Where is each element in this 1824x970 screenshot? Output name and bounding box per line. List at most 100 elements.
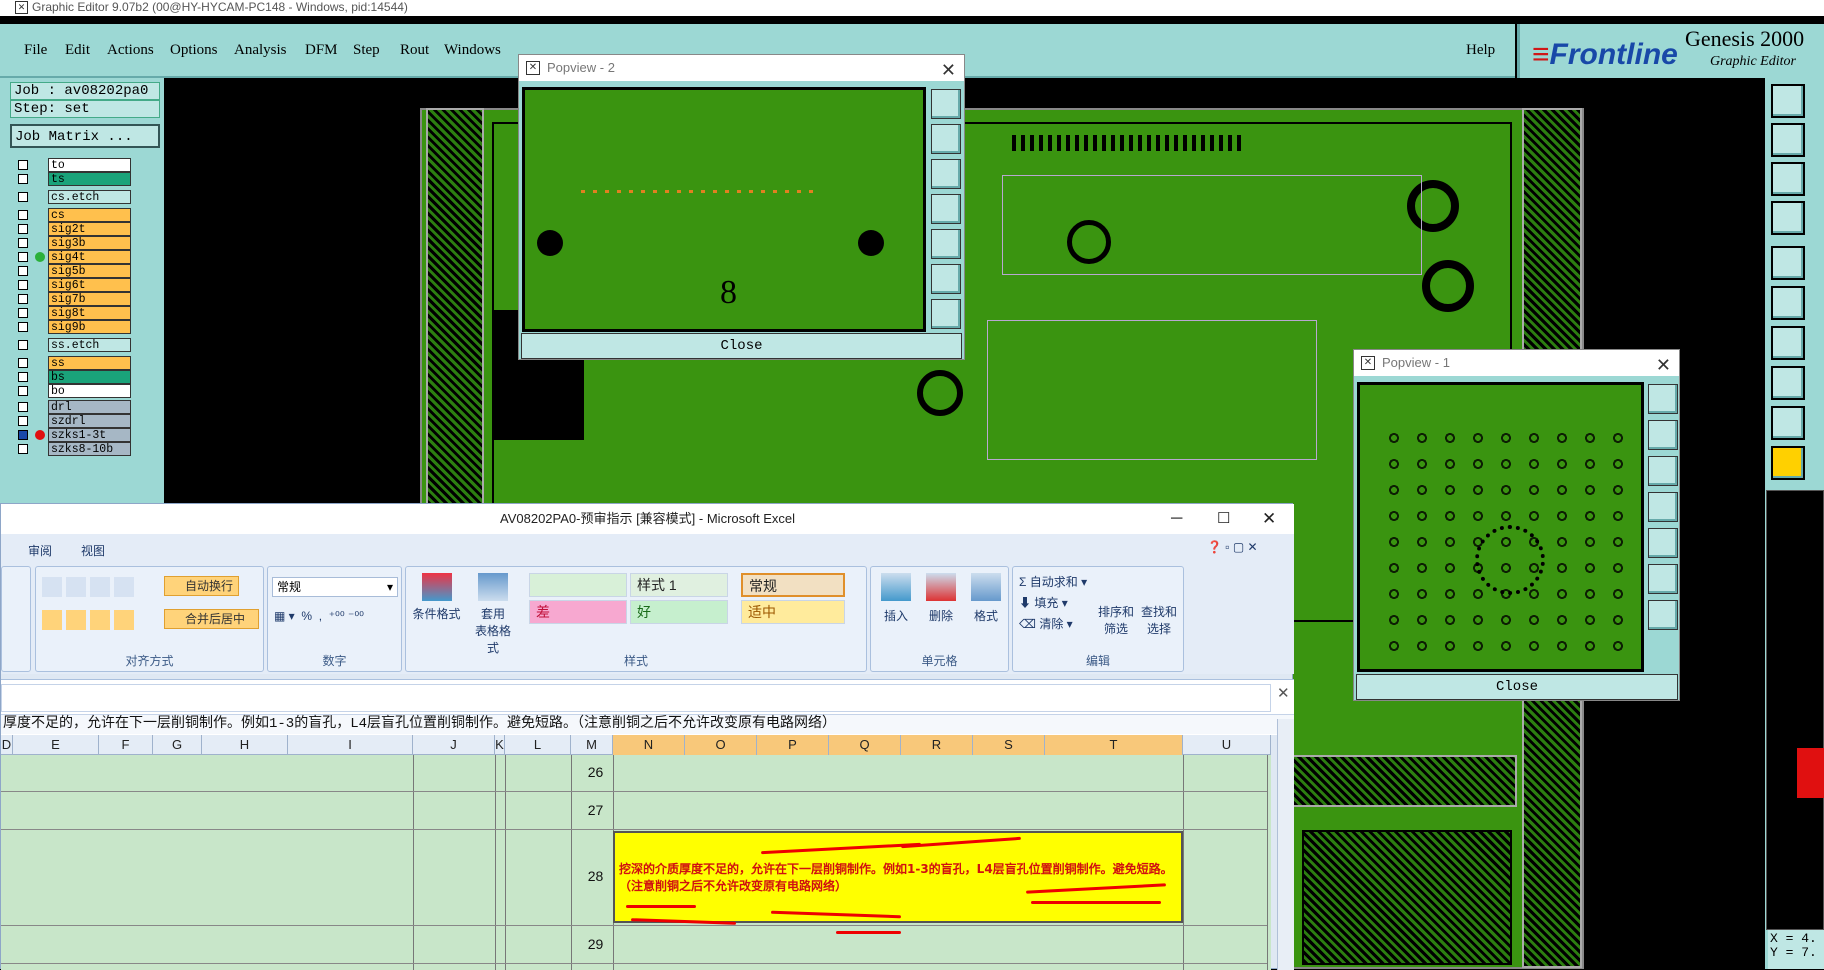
toolbar-button[interactable] [1771,366,1805,400]
column-header[interactable]: Q [829,735,901,755]
style-cell-blank[interactable] [529,573,627,597]
layer-checkbox[interactable] [18,238,28,248]
layer-name[interactable]: sig4t [48,250,131,264]
layer-name[interactable]: sig5b [48,264,131,278]
layer-row-cs[interactable]: cs [15,208,131,222]
popview-tool-button[interactable] [1648,456,1678,486]
row-header[interactable]: 26 [578,764,613,780]
layer-name[interactable]: cs.etch [48,190,131,204]
layer-name[interactable]: sig8t [48,306,131,320]
popview-2-view[interactable]: 8 [522,87,926,332]
layer-row-cs.etch[interactable]: cs.etch [15,190,131,204]
wrap-text-button[interactable]: 自动换行 [164,576,239,596]
layer-name[interactable]: bo [48,384,131,398]
number-format-buttons[interactable]: ▦ ▾ % , ⁺⁰⁰ ⁻⁰⁰ [274,609,364,623]
layer-checkbox[interactable] [18,160,28,170]
layer-row-ss.etch[interactable]: ss.etch [15,338,131,352]
layer-name[interactable]: sig2t [48,222,131,236]
menu-step[interactable]: Step [353,42,380,59]
column-header[interactable]: L [505,735,571,755]
toolbar-button[interactable] [1771,286,1805,320]
popview-tool-button[interactable] [1648,528,1678,558]
sort-filter-button[interactable]: 排序和 筛选 [1096,603,1136,637]
layer-checkbox[interactable] [18,372,28,382]
layer-row-sig3b[interactable]: sig3b [15,236,131,250]
vertical-scrollbar[interactable] [1277,719,1294,970]
style-cell-1[interactable]: 样式 1 [630,573,728,597]
menu-dfm[interactable]: DFM [305,42,338,59]
style-cell-bad[interactable]: 差 [529,600,627,624]
job-matrix-button[interactable]: Job Matrix ... [10,124,160,148]
popview-1-view[interactable] [1357,382,1644,672]
insert-icon[interactable] [881,573,911,601]
layer-row-ss[interactable]: ss [15,356,131,370]
menu-rout[interactable]: Rout [400,42,429,59]
layer-row-szks1-3t[interactable]: szks1-3t [15,428,131,442]
layer-row-ts[interactable]: ts [15,172,131,186]
popview-tool-button[interactable] [931,89,961,119]
layer-checkbox[interactable] [18,444,28,454]
layer-row-sig8t[interactable]: sig8t [15,306,131,320]
column-header[interactable]: M [571,735,613,755]
menu-analysis[interactable]: Analysis [234,42,287,59]
layer-checkbox[interactable] [18,386,28,396]
layer-row-to[interactable]: to [15,158,131,172]
layer-checkbox[interactable] [18,224,28,234]
popview-tool-button[interactable] [1648,600,1678,630]
name-box-row[interactable] [1,684,1271,712]
popview-2-close-button[interactable]: Close [521,333,962,359]
popview-tool-button[interactable] [1648,564,1678,594]
close-icon[interactable]: ✕ [1262,504,1276,534]
row-header[interactable]: 27 [578,802,613,818]
layer-name[interactable]: sig3b [48,236,131,250]
column-header[interactable]: G [153,735,202,755]
layer-name[interactable]: szks8-10b [48,442,131,456]
layer-row-sig7b[interactable]: sig7b [15,292,131,306]
menu-options[interactable]: Options [170,42,218,59]
layer-name[interactable]: to [48,158,131,172]
layer-name[interactable]: cs [48,208,131,222]
layer-checkbox[interactable] [18,294,28,304]
format-icon[interactable] [971,573,1001,601]
column-header[interactable]: D [1,735,13,755]
popview-tool-button[interactable] [931,229,961,259]
style-cell-neutral[interactable]: 适中 [741,600,845,624]
layer-checkbox[interactable] [18,322,28,332]
layer-row-sig4t[interactable]: sig4t [15,250,131,264]
column-header[interactable]: H [202,735,288,755]
layer-name[interactable]: sig6t [48,278,131,292]
layer-name[interactable]: sig9b [48,320,131,334]
layer-checkbox[interactable] [18,280,28,290]
menu-windows[interactable]: Windows [444,42,501,59]
layer-name[interactable]: drl [48,400,131,414]
align-buttons-top[interactable] [42,577,138,597]
layer-name[interactable]: ss [48,356,131,370]
find-select-button[interactable]: 查找和 选择 [1139,603,1179,637]
layer-row-sig6t[interactable]: sig6t [15,278,131,292]
popview-tool-button[interactable] [931,124,961,154]
column-header[interactable]: T [1045,735,1183,755]
column-header[interactable]: J [413,735,495,755]
close-icon[interactable]: ✕ [1656,352,1671,378]
popview-tool-button[interactable] [931,299,961,329]
layer-checkbox[interactable] [18,416,28,426]
layer-name[interactable]: ss.etch [48,338,131,352]
menu-edit[interactable]: Edit [65,42,90,59]
table-format-label[interactable]: 套用 表格格式 [471,605,515,656]
layer-row-drl[interactable]: drl [15,400,131,414]
layer-name[interactable]: bs [48,370,131,384]
popview-tool-button[interactable] [1648,384,1678,414]
insert-button[interactable]: 插入 [877,607,915,624]
column-header[interactable]: N [613,735,685,755]
toolbar-button[interactable] [1771,123,1805,157]
layer-checkbox[interactable] [18,340,28,350]
column-header[interactable]: K [495,735,505,755]
column-header[interactable]: F [99,735,153,755]
menu-file[interactable]: File [24,42,47,59]
close-icon[interactable]: ✕ [941,57,956,83]
toolbar-button[interactable] [1771,246,1805,280]
row-header[interactable]: 28 [578,868,613,884]
select-tool-button[interactable] [1771,446,1805,480]
column-header[interactable]: R [901,735,973,755]
popview-tool-button[interactable] [931,159,961,189]
